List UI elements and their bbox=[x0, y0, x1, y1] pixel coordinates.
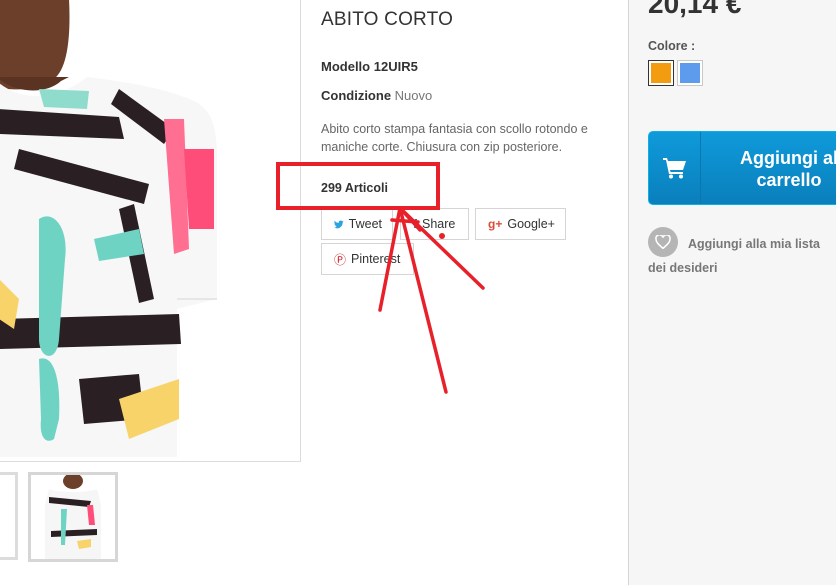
product-image-frame[interactable] bbox=[0, 0, 301, 462]
condition-label: Condizione bbox=[321, 88, 392, 103]
tweet-label: Tweet bbox=[348, 217, 382, 231]
add-to-wishlist-link[interactable]: Aggiungi alla mia lista dei desideri bbox=[648, 232, 836, 280]
add-to-cart-button[interactable]: Aggiungi al carrello bbox=[648, 131, 836, 205]
google-plus-label: Google+ bbox=[507, 217, 555, 231]
pinterest-button[interactable]: Ⓟ Pinterest bbox=[321, 243, 414, 275]
color-swatch-orange[interactable] bbox=[648, 60, 674, 86]
swatch-fill bbox=[651, 63, 671, 83]
model-value: 12UIR5 bbox=[373, 59, 418, 74]
condition-value: Nuovo bbox=[394, 88, 433, 103]
product-condition: Condizione Nuovo bbox=[321, 88, 432, 103]
add-to-cart-label: Aggiungi al carrello bbox=[740, 148, 836, 190]
share-label: Share bbox=[422, 217, 456, 231]
stock-quantity: 299 Articoli bbox=[321, 181, 388, 195]
product-photo bbox=[0, 0, 219, 457]
google-plus-icon: g+ bbox=[488, 217, 503, 231]
pinterest-icon: Ⓟ bbox=[334, 252, 347, 267]
product-description: Abito corto stampa fantasia con scollo r… bbox=[321, 122, 588, 154]
thumbnail-image[interactable] bbox=[28, 472, 118, 562]
thumbnail-photo bbox=[31, 475, 115, 559]
buy-box bbox=[628, 0, 836, 585]
product-title: ABITO CORTO bbox=[321, 9, 454, 30]
twitter-icon bbox=[334, 220, 344, 228]
pinterest-label: Pinterest bbox=[351, 252, 401, 266]
thumbnail-partial[interactable] bbox=[0, 472, 18, 560]
product-model: Modello 12UIR5 bbox=[321, 59, 418, 74]
shopping-cart-icon bbox=[662, 158, 686, 179]
color-swatch-blue[interactable] bbox=[677, 60, 703, 86]
model-label: Modello bbox=[321, 59, 371, 74]
color-label: Colore : bbox=[648, 39, 696, 53]
google-plus-button[interactable]: g+ Google+ bbox=[475, 208, 566, 240]
facebook-icon: f bbox=[413, 217, 417, 231]
swatch-fill bbox=[680, 63, 700, 83]
tweet-button[interactable]: Tweet bbox=[321, 208, 393, 240]
product-price: 20,14 € bbox=[648, 0, 742, 19]
cart-icon-wrap bbox=[649, 132, 701, 204]
share-button[interactable]: f Share bbox=[400, 208, 469, 240]
